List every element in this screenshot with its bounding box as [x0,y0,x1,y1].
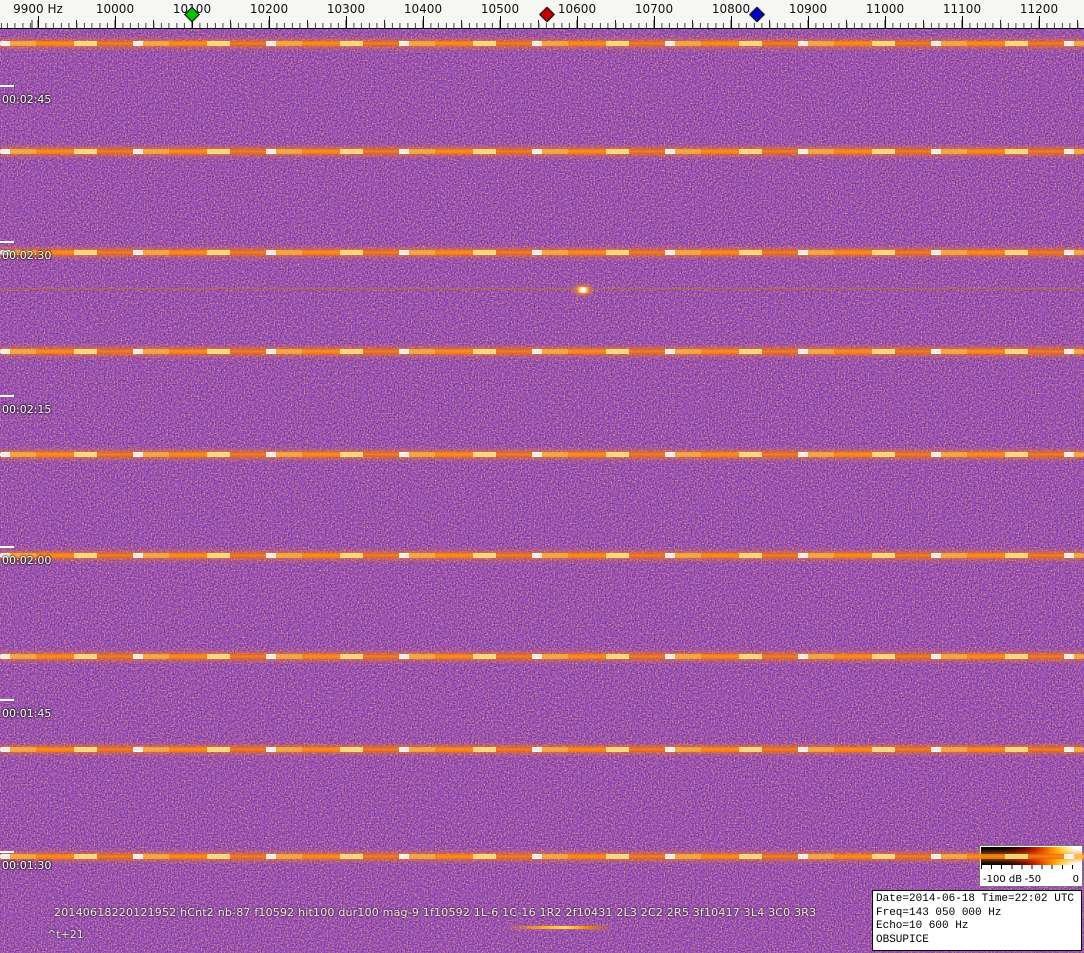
major-tick [962,16,963,28]
colorbar-ticks [981,865,1081,869]
major-tick [500,16,501,28]
colorbar-label-min: -100 dB [983,874,1023,885]
colorbar-label-max: 0 [1072,874,1079,885]
major-tick [654,16,655,28]
signal-band [0,654,1084,659]
time-tick [0,851,14,853]
freq-label: 10800 [711,2,751,16]
info-box: Date=2014-06-18 Time=22:02 UTC Freq=143 … [872,890,1082,951]
freq-label: 11100 [942,2,982,16]
time-tick [0,699,14,701]
info-line-freq: Freq=143 050 000 Hz [876,906,1002,919]
signal-band [0,553,1084,558]
major-tick [731,16,732,28]
freq-label: 10400 [403,2,443,16]
major-tick [38,16,39,28]
time-label: 00:02:45 [0,85,51,106]
time-tick [0,546,14,548]
major-tick [808,16,809,28]
time-label: 00:02:00 [0,546,51,567]
info-line-date: Date=2014-06-18 Time=22:02 UTC [876,893,1075,905]
info-line-echo: Echo=10 600 Hz [876,920,969,932]
freq-label: 10900 [788,2,828,16]
freq-label: 10600 [557,2,597,16]
time-label: 00:01:45 [0,699,51,720]
time-label: 00:02:30 [0,241,51,262]
signal-band [510,926,610,929]
info-line-station: OBSUPICE [876,933,929,946]
colorbar-label-mid: -50 [1024,874,1042,885]
time-tick [0,395,14,397]
major-tick [269,16,270,28]
major-tick [577,16,578,28]
major-tick [1039,16,1040,28]
major-tick [346,16,347,28]
freq-label: 11200 [1019,2,1059,16]
time-tick [0,85,14,87]
signal-band [0,747,1084,752]
freq-label: 10500 [480,2,520,16]
signal-band [0,288,1084,289]
signal-band [0,854,1084,859]
signal-band [0,149,1084,154]
freq-label: 11000 [865,2,905,16]
freq-label: 10700 [634,2,674,16]
status-line: 20140618220121952 hCnt2 nb-87 f10592 hit… [54,906,817,919]
freq-label: 10000 [95,2,135,16]
signal-band [0,452,1084,457]
major-tick [423,16,424,28]
time-tick [0,241,14,243]
colorbar-labels: -100 dB -50 0 [983,872,1079,885]
freq-label: 10200 [249,2,289,16]
signal-band [576,287,590,293]
time-label: 00:02:15 [0,395,51,416]
signal-band [0,41,1084,46]
minor-ticks [0,23,1084,28]
signal-band [0,250,1084,255]
major-tick [885,16,886,28]
colorbar: -100 dB -50 0 [979,845,1083,887]
freq-label: 9900 Hz [13,2,63,16]
spectrogram-overlays: 20140618220121952 hCnt2 nb-87 f10592 hit… [0,0,1084,953]
cursor-note: ^t+21 [47,928,84,941]
freq-label: 10300 [326,2,366,16]
major-tick [115,16,116,28]
time-label: 00:01:30 [0,851,51,872]
signal-band [0,349,1084,354]
frequency-ruler[interactable]: 9900 Hz100001010010200103001040010500106… [0,0,1084,29]
